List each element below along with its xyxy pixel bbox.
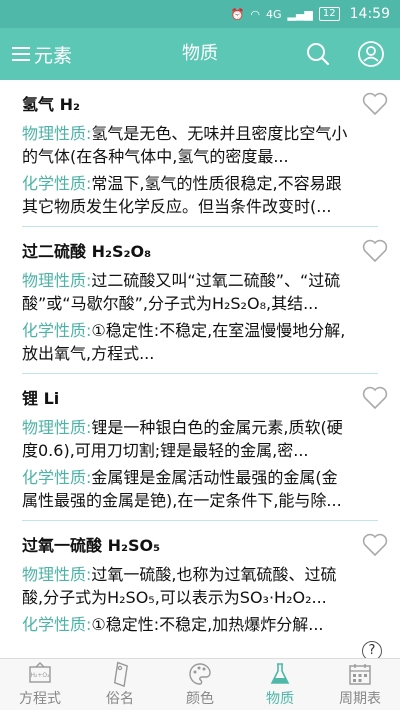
substance-name: 氢气 H₂ [22,95,80,114]
tab-label: 物质 [266,691,294,707]
app-bar: 元素 物质 [0,28,400,80]
chemical-label: 化学性质: [22,174,92,193]
signal-icon: ▂▄▆ [287,7,313,21]
chemical-text: ①稳定性:不稳定,加热爆炸分解... [91,615,324,634]
chemical-property: 化学性质:常温下,氢气的性质很稳定,不容易跟其它物质发生化学反应。但当条件改变时… [22,172,350,218]
tab-colors[interactable]: 颜色 [160,659,240,710]
physical-label: 物理性质: [22,418,92,437]
substance-list: 氢气 H₂ 物理性质:氢气是无色、无味并且密度比空气小的气体(在各种气体中,氢气… [0,80,400,658]
list-item[interactable]: 过氧一硫酸 H₂SO₅ 物理性质:过氧一硫酸,也称为过氧硫酸、过硫酸,分子式为H… [0,521,400,644]
substance-name: 过氧一硫酸 H₂SO₅ [22,536,161,555]
tab-label: 俗名 [106,691,134,707]
chemical-label: 化学性质: [22,468,92,487]
battery-level: 12 [318,7,340,21]
tab-periodic-table[interactable]: 周期表 [320,659,400,710]
alarm-icon: ⏰ [230,7,245,21]
substance-name: 过二硫酸 H₂S₂O₈ [22,242,152,261]
tab-substances[interactable]: 物质 [240,659,320,710]
elements-label: 元素 [34,44,73,67]
palette-icon [189,663,211,685]
tab-label: 颜色 [186,691,214,707]
status-time: 14:59 [349,6,390,22]
favorite-heart-icon[interactable] [362,386,388,410]
list-item[interactable]: 过二硫酸 H₂S₂O₈ 物理性质:过二硫酸又叫“过氧二硫酸”、“过硫酸”或“马歇… [0,227,400,373]
list-item[interactable]: 氢气 H₂ 物理性质:氢气是无色、无味并且密度比空气小的气体(在各种气体中,氢气… [0,80,400,226]
chemical-property: 化学性质:①稳定性:不稳定,加热爆炸分解... [22,613,350,636]
chemical-property: 化学性质:金属锂是金属活动性最强的金属(金属性最强的金属是铯),在一定条件下,能… [22,466,350,512]
tab-common-names[interactable]: 俗名 [80,659,160,710]
physical-label: 物理性质: [22,271,92,290]
substance-name: 锂 Li [22,389,60,408]
chemical-property: 化学性质:①稳定性:不稳定,在室温慢慢地分解,放出氧气,方程式... [22,319,350,365]
wifi-icon: ◠ [250,7,260,21]
status-bar: ⏰ ◠ 4G ▂▄▆ 12 14:59 [0,0,400,28]
flask-icon [270,663,290,684]
network-label: 4G [265,7,282,21]
bottom-tab-bar: H₂+O₂ 方程式 俗名 颜色 物质 周期表 [0,658,400,710]
favorite-heart-icon[interactable] [362,533,388,557]
tab-equations[interactable]: H₂+O₂ 方程式 [0,659,80,710]
physical-property: 物理性质:过氧一硫酸,也称为过氧硫酸、过硫酸,分子式为H₂SO₅,可以表示为SO… [22,563,350,609]
equation-board-icon: H₂+O₂ [29,662,51,683]
user-icon[interactable] [358,41,384,67]
chemical-label: 化学性质: [22,615,92,634]
list-item[interactable]: 锂 Li 物理性质:锂是一种银白色的金属元素,质软(硬度0.6),可用刀切割;锂… [0,374,400,520]
physical-label: 物理性质: [22,124,92,143]
tab-label: 周期表 [339,691,381,707]
physical-property: 物理性质:锂是一种银白色的金属元素,质软(硬度0.6),可用刀切割;锂是最轻的金… [22,416,350,462]
board-text: H₂+O₂ [30,672,50,679]
periodic-table-icon [349,664,371,685]
favorite-heart-icon[interactable] [362,239,388,263]
chemical-label: 化学性质: [22,321,92,340]
physical-property: 物理性质:过二硫酸又叫“过氧二硫酸”、“过硫酸”或“马歇尔酸”,分子式为H₂S₂… [22,269,350,315]
physical-label: 物理性质: [22,565,92,584]
tag-icon [113,661,128,687]
tab-label: 方程式 [19,691,61,707]
search-icon[interactable] [306,42,330,66]
elements-button[interactable]: 元素 [12,28,72,80]
favorite-heart-icon[interactable] [362,92,388,116]
menu-icon [12,47,30,61]
physical-property: 物理性质:氢气是无色、无味并且密度比空气小的气体(在各种气体中,氢气的密度最..… [22,122,350,168]
